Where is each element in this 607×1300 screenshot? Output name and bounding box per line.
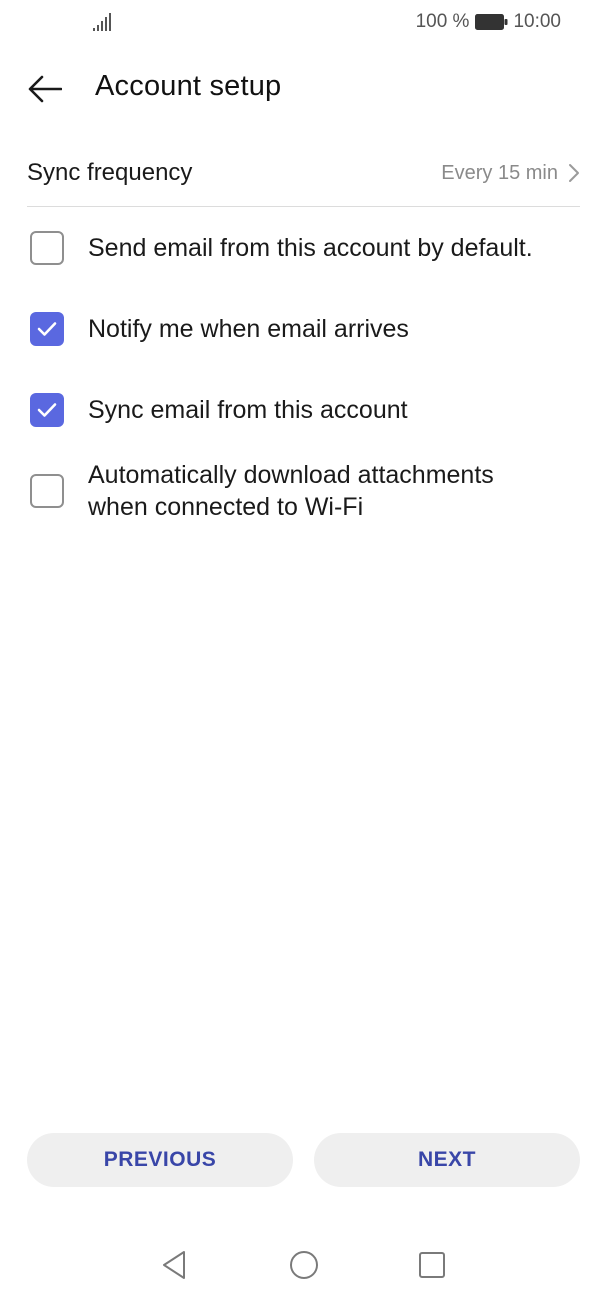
- page-title: Account setup: [95, 70, 282, 102]
- checkbox-auto-download[interactable]: [30, 474, 64, 508]
- option-send-email-default[interactable]: Send email from this account by default.: [30, 231, 590, 265]
- sync-frequency-label: Sync frequency: [27, 159, 193, 186]
- sync-frequency-value-wrap: Every 15 min: [441, 162, 580, 185]
- nav-recents-button[interactable]: [407, 1240, 457, 1290]
- circle-home-icon: [290, 1251, 318, 1279]
- sync-frequency-value: Every 15 min: [441, 161, 558, 184]
- nav-home-button[interactable]: [279, 1240, 329, 1290]
- nav-back-button[interactable]: [149, 1240, 199, 1290]
- triangle-back-icon: [163, 1251, 185, 1279]
- option-label: Send email from this account by default.: [88, 234, 533, 262]
- option-label: Automatically download attachments when …: [88, 461, 494, 521]
- header: Account setup: [0, 60, 607, 116]
- signal-bars-icon: [93, 13, 111, 31]
- next-button[interactable]: NEXT: [314, 1133, 580, 1187]
- option-auto-download[interactable]: Automatically download attachments when …: [30, 459, 550, 523]
- battery-full-icon: [475, 14, 508, 30]
- account-setup-screen: 100 % 10:00 Account setup Sync frequency…: [0, 0, 607, 1300]
- sync-frequency-row[interactable]: Sync frequency Every 15 min: [27, 140, 580, 207]
- status-time: 10:00: [513, 11, 561, 32]
- status-bar: 100 % 10:00: [0, 0, 607, 46]
- arrow-left-icon: [28, 75, 62, 103]
- back-button[interactable]: [22, 66, 68, 112]
- check-icon: [37, 322, 57, 336]
- option-sync-email[interactable]: Sync email from this account: [30, 393, 590, 427]
- previous-button[interactable]: PREVIOUS: [27, 1133, 293, 1187]
- checkbox-sync-email[interactable]: [30, 393, 64, 427]
- battery-percent: 100 %: [415, 11, 470, 32]
- check-icon: [37, 403, 57, 417]
- navigation-bar: [0, 1240, 607, 1290]
- option-notify-email[interactable]: Notify me when email arrives: [30, 312, 590, 346]
- option-label: Sync email from this account: [88, 396, 408, 424]
- square-recents-icon: [419, 1252, 445, 1278]
- checkbox-notify-email[interactable]: [30, 312, 64, 346]
- status-right: 100 % 10:00: [416, 11, 561, 33]
- checkbox-send-email-default[interactable]: [30, 231, 64, 265]
- chevron-right-icon: [569, 164, 579, 182]
- option-label: Notify me when email arrives: [88, 315, 409, 343]
